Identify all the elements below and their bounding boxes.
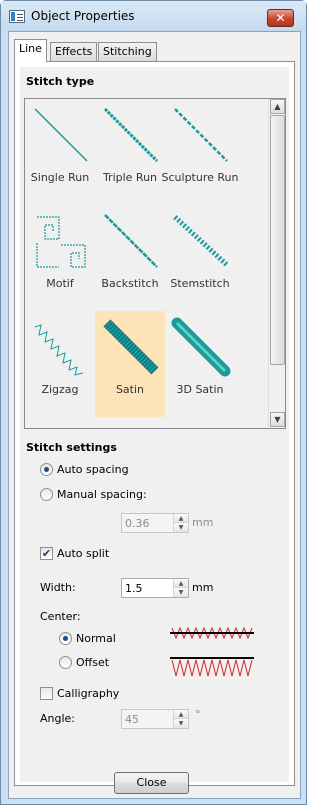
manual-spacing-stepper[interactable]: 0.36 ▲ ▼ xyxy=(121,513,189,533)
center-offset-radio[interactable] xyxy=(59,656,72,669)
stitch-type-sculpture-run[interactable]: Sculpture Run xyxy=(162,99,238,205)
stitch-type-backstitch[interactable]: Backstitch xyxy=(95,205,165,311)
app-window-icon xyxy=(9,10,25,23)
tab-stitching[interactable]: Stitching xyxy=(98,42,157,61)
zigzag-icon xyxy=(34,324,84,376)
angle-spin: ▲ ▼ xyxy=(173,710,188,728)
stitch-type-label: Motif xyxy=(46,277,74,290)
calligraphy-checkbox[interactable] xyxy=(40,687,53,700)
stitch-type-satin[interactable]: Satin xyxy=(95,311,165,417)
angle-unit: ° xyxy=(195,708,201,721)
stitch-type-heading: Stitch type xyxy=(26,75,95,88)
stitch-type-gallery[interactable]: Single Run Triple Run Sculpture Run Moti… xyxy=(24,98,286,429)
stitch-type-triple-run[interactable]: Triple Run xyxy=(95,99,165,205)
center-normal-radio[interactable] xyxy=(59,632,72,645)
stitch-type-motif[interactable]: Motif xyxy=(25,205,95,311)
width-value: 1.5 xyxy=(125,582,143,595)
decrement-button[interactable]: ▼ xyxy=(174,719,188,728)
stitch-settings-heading: Stitch settings xyxy=(26,441,117,454)
width-label: Width: xyxy=(40,581,76,594)
stitch-type-label: Single Run xyxy=(30,171,90,184)
scroll-down-button[interactable]: ▼ xyxy=(270,412,285,427)
width-unit: mm xyxy=(192,581,214,594)
stitch-type-3d-satin[interactable]: 3D Satin xyxy=(165,311,235,417)
stitch-type-label: Stemstitch xyxy=(170,277,230,290)
center-offset-label: Offset xyxy=(76,656,110,669)
motif-icon xyxy=(36,216,86,268)
angle-stepper[interactable]: 45 ▲ ▼ xyxy=(121,709,189,729)
decrement-button[interactable]: ▼ xyxy=(174,588,188,597)
manual-spacing-value: 0.36 xyxy=(125,517,150,530)
manual-spacing-label: Manual spacing: xyxy=(57,488,147,501)
auto-spacing-radio[interactable] xyxy=(40,463,53,476)
stitch-type-label: 3D Satin xyxy=(176,383,224,396)
dialog-body: Line Effects Stitching Stitch type Singl… xyxy=(8,31,301,799)
object-properties-window: Object Properties ✕ Line Effects Stitchi… xyxy=(0,0,307,805)
tab-line[interactable]: Line xyxy=(14,39,47,62)
angle-value: 45 xyxy=(125,713,139,726)
close-button[interactable]: Close xyxy=(114,772,189,794)
manual-spacing-unit: mm xyxy=(192,516,214,529)
stitch-type-stemstitch[interactable]: Stemstitch xyxy=(165,205,235,311)
manual-spacing-radio[interactable] xyxy=(40,488,53,501)
line-tab-panel: Stitch type Single Run Triple Run Sculpt… xyxy=(14,61,295,786)
scroll-up-button[interactable]: ▲ xyxy=(270,99,285,114)
width-stepper[interactable]: 1.5 ▲ ▼ xyxy=(121,578,189,598)
width-spin: ▲ ▼ xyxy=(173,579,188,597)
stemstitch-icon xyxy=(173,215,229,267)
center-normal-label: Normal xyxy=(76,632,116,645)
title-bar[interactable]: Object Properties ✕ xyxy=(1,1,306,31)
calligraphy-label: Calligraphy xyxy=(57,687,120,700)
gallery-scrollbar[interactable]: ▲ ▼ xyxy=(268,99,285,428)
auto-split-checkbox[interactable]: ✔ xyxy=(40,547,53,560)
satin-icon xyxy=(103,319,159,375)
center-preview-graphic xyxy=(170,626,254,677)
manual-spacing-spin: ▲ ▼ xyxy=(173,514,188,532)
stitch-type-label: Satin xyxy=(115,383,145,396)
decrement-button[interactable]: ▼ xyxy=(174,523,188,532)
line-settings-group: Stitch type Single Run Triple Run Sculpt… xyxy=(20,67,289,782)
increment-button[interactable]: ▲ xyxy=(174,579,188,588)
center-label: Center: xyxy=(40,610,81,623)
increment-button[interactable]: ▲ xyxy=(174,710,188,719)
scroll-thumb[interactable] xyxy=(270,115,285,365)
auto-split-label: Auto split xyxy=(57,547,110,560)
auto-spacing-label: Auto spacing xyxy=(57,463,129,476)
triple-run-icon xyxy=(103,107,159,163)
tab-effects[interactable]: Effects xyxy=(50,42,98,61)
stitch-type-label: Triple Run xyxy=(102,171,158,184)
stitch-type-label: Backstitch xyxy=(101,277,159,290)
single-run-icon xyxy=(34,108,88,162)
angle-label: Angle: xyxy=(40,712,76,725)
stitch-type-label: Zigzag xyxy=(41,383,79,396)
stitch-type-zigzag[interactable]: Zigzag xyxy=(25,311,95,417)
stitch-type-label: Sculpture Run xyxy=(161,171,239,184)
window-title: Object Properties xyxy=(31,9,135,23)
backstitch-icon xyxy=(104,214,158,268)
3d-satin-icon xyxy=(171,317,231,377)
sculpture-run-icon xyxy=(174,108,228,162)
increment-button[interactable]: ▲ xyxy=(174,514,188,523)
stitch-type-single-run[interactable]: Single Run xyxy=(25,99,95,205)
close-window-button[interactable]: ✕ xyxy=(267,9,294,27)
